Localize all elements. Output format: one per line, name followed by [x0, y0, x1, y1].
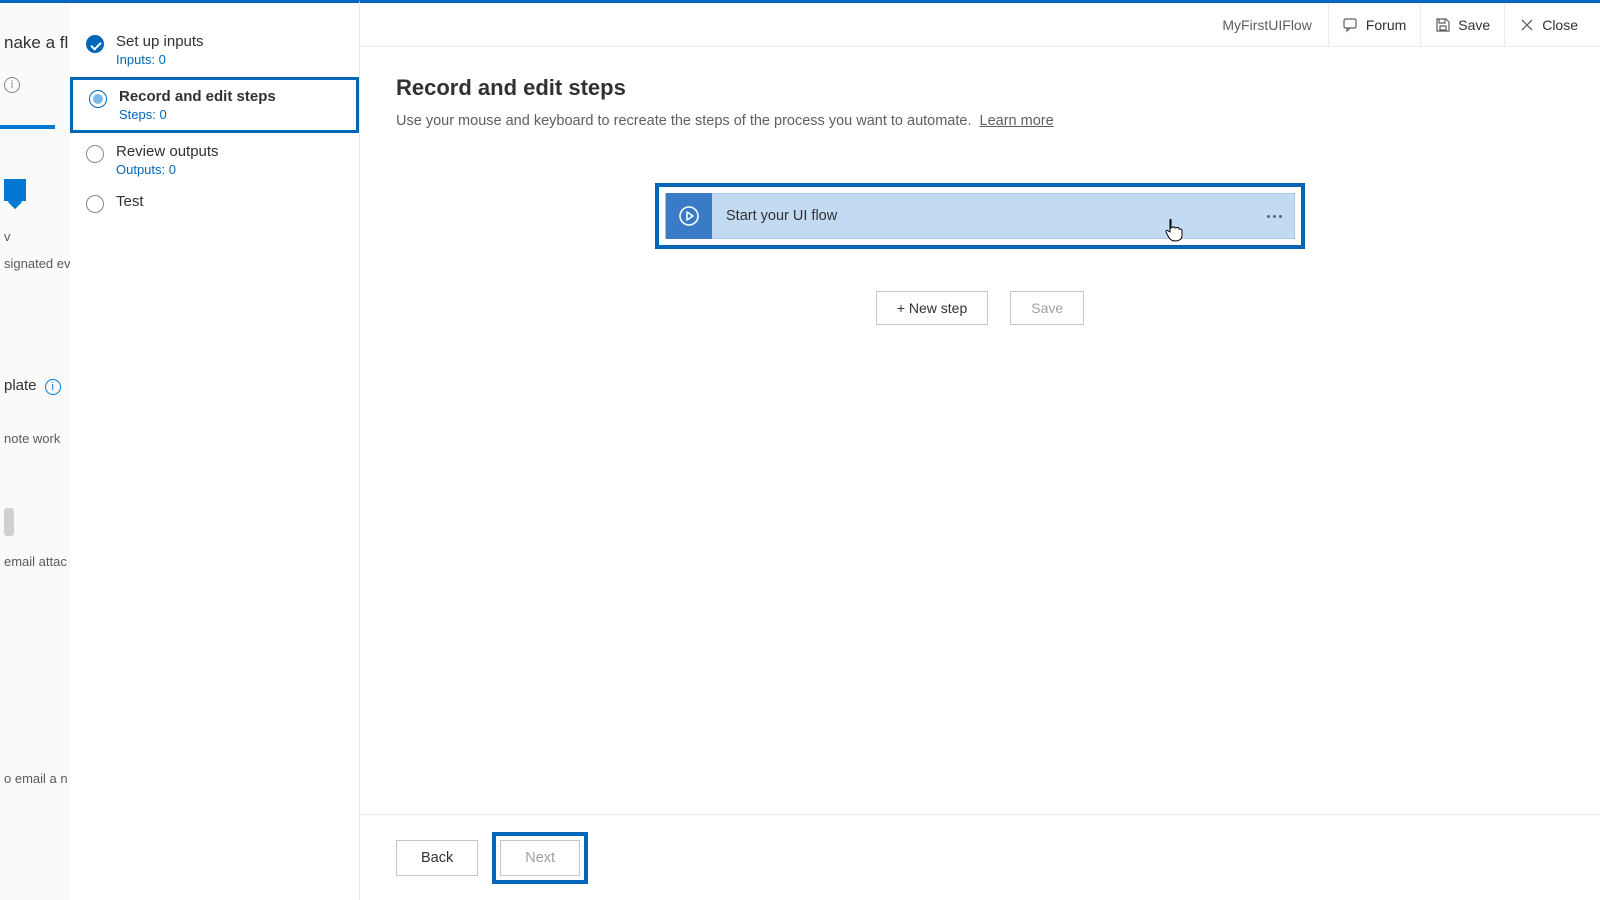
background-page-strip: nake a fl i v signated even plate i note…: [0, 0, 70, 900]
page-description: Use your mouse and keyboard to recreate …: [396, 113, 1564, 129]
nav-step-sub: Outputs: 0: [116, 162, 349, 177]
top-bar: MyFirstUIFlow Forum Save Close: [360, 3, 1600, 47]
wizard-footer: Back Next: [360, 814, 1600, 900]
nav-step-sub: Inputs: 0: [116, 52, 349, 67]
bg-accent-bar: [0, 125, 55, 129]
check-circle-icon: [86, 35, 104, 53]
nav-step-label: Record and edit steps: [119, 88, 346, 105]
close-icon: [1519, 17, 1535, 33]
nav-step-sub: Steps: 0: [119, 107, 346, 122]
save-label: Save: [1458, 17, 1490, 33]
back-button[interactable]: Back: [396, 840, 478, 876]
main-panel: MyFirstUIFlow Forum Save Close Record an…: [360, 0, 1600, 900]
close-button[interactable]: Close: [1504, 3, 1592, 47]
record-play-icon: [666, 193, 712, 239]
flow-start-label: Start your UI flow: [726, 208, 837, 224]
close-label: Close: [1542, 17, 1578, 33]
bg-row-3: note work: [0, 425, 70, 452]
wizard-side-panel: Set up inputs Inputs: 0 Record and edit …: [70, 0, 360, 900]
info-icon: i: [4, 77, 20, 93]
info-icon: i: [45, 379, 61, 395]
save-step-button[interactable]: Save: [1010, 291, 1084, 325]
chat-icon: [1343, 17, 1359, 33]
empty-circle-icon: [86, 195, 104, 213]
nav-step-label: Test: [116, 193, 349, 210]
next-button-highlight: Next: [492, 832, 588, 884]
bg-row-5: o email a n: [0, 765, 70, 792]
active-circle-icon: [89, 90, 107, 108]
flow-start-card[interactable]: Start your UI flow: [665, 193, 1295, 239]
flow-template-icon: [4, 179, 26, 201]
card-menu-button[interactable]: [1267, 194, 1282, 238]
save-icon: [1435, 17, 1451, 33]
bg-row-1: v: [0, 223, 70, 250]
bg-row-4: email attac: [0, 548, 70, 575]
description-text: Use your mouse and keyboard to recreate …: [396, 113, 972, 129]
bg-row-2: signated even: [0, 250, 70, 277]
forum-label: Forum: [1366, 17, 1406, 33]
bg-gray-chip: [4, 508, 14, 536]
nav-step-label: Review outputs: [116, 143, 349, 160]
nav-step-review-outputs[interactable]: Review outputs Outputs: 0: [70, 135, 359, 185]
learn-more-link[interactable]: Learn more: [980, 113, 1054, 129]
forum-button[interactable]: Forum: [1328, 3, 1420, 47]
nav-step-label: Set up inputs: [116, 33, 349, 50]
nav-step-test[interactable]: Test: [70, 185, 359, 218]
page-title: Record and edit steps: [396, 75, 1564, 101]
flow-start-card-highlight: Start your UI flow: [655, 183, 1305, 249]
flow-name-title: MyFirstUIFlow: [1206, 17, 1327, 33]
nav-step-setup-inputs[interactable]: Set up inputs Inputs: 0: [70, 25, 359, 75]
empty-circle-icon: [86, 145, 104, 163]
save-button[interactable]: Save: [1420, 3, 1504, 47]
bg-template-label: plate: [4, 377, 37, 394]
next-button[interactable]: Next: [500, 840, 580, 876]
new-step-button[interactable]: + New step: [876, 291, 988, 325]
bg-heading-fragment: nake a fl: [0, 27, 70, 59]
nav-step-record-edit[interactable]: Record and edit steps Steps: 0: [70, 77, 359, 133]
